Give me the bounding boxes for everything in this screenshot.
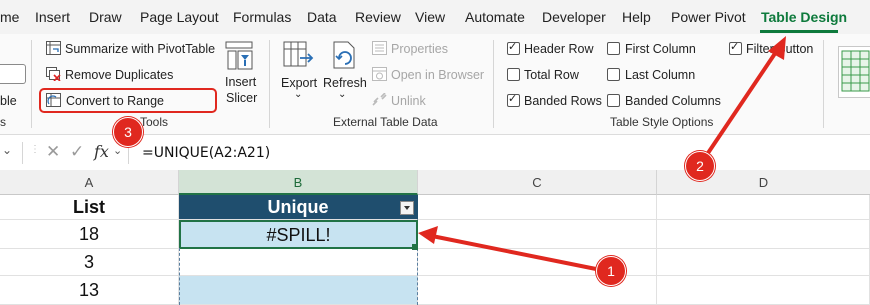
callout-badge-1: 1 bbox=[596, 256, 626, 286]
callout-badge-3: 3 bbox=[113, 117, 143, 147]
arrow-2-line bbox=[704, 50, 778, 158]
arrow-1-head bbox=[418, 226, 438, 244]
annotation-arrows bbox=[418, 36, 786, 272]
arrow-1-line bbox=[431, 234, 602, 272]
callout-badge-2: 2 bbox=[685, 151, 715, 181]
